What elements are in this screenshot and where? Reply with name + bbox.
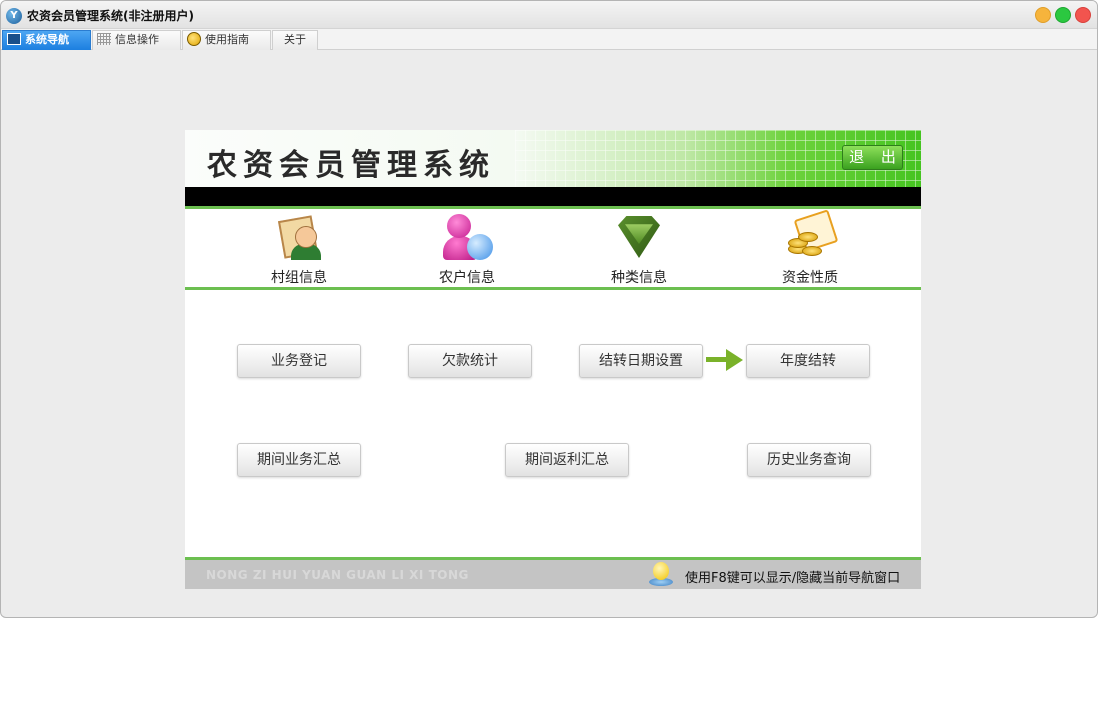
footer-bar: NONG ZI HUI YUAN GUAN LI XI TONG 使用F8键可以… xyxy=(185,557,921,589)
nav-label: 资金性质 xyxy=(782,270,838,286)
window-title: 农资会员管理系统(非注册用户) xyxy=(27,9,194,23)
title-bar: Y 农资会员管理系统(非注册用户) xyxy=(1,1,1097,29)
tab-bar: 系统导航 信息操作 使用指南 关于 xyxy=(1,29,1097,50)
tab-label: 信息操作 xyxy=(115,33,159,46)
footer-hint: 使用F8键可以显示/隐藏当前导航窗口 xyxy=(685,571,901,586)
divider-line xyxy=(185,206,921,209)
exit-button[interactable]: 退 出 xyxy=(842,145,903,170)
coins-card-icon xyxy=(784,209,839,264)
nav-label: 种类信息 xyxy=(611,270,667,286)
divider-line xyxy=(185,287,921,290)
nav-label: 村组信息 xyxy=(271,270,327,286)
footer-latin-text: NONG ZI HUI YUAN GUAN LI XI TONG xyxy=(206,568,469,582)
box-icon xyxy=(613,212,665,264)
bulb-icon xyxy=(187,32,201,46)
carryover-date-button[interactable]: 结转日期设置 xyxy=(579,344,703,378)
close-button[interactable] xyxy=(1075,7,1091,23)
maximize-button[interactable] xyxy=(1055,7,1071,23)
tab-info-ops[interactable]: 信息操作 xyxy=(92,30,181,50)
period-rebate-summary-button[interactable]: 期间返利汇总 xyxy=(505,443,629,477)
nav-village-group-info[interactable]: 村组信息 xyxy=(239,212,359,287)
system-title: 农资会员管理系统 xyxy=(207,148,495,183)
book-person-icon xyxy=(273,212,325,264)
banner: 农资会员管理系统 退 出 xyxy=(185,130,921,187)
grid-icon xyxy=(97,33,111,45)
nav-icon xyxy=(7,33,21,45)
nav-farmer-info[interactable]: 农户信息 xyxy=(407,212,527,287)
arrow-right-icon xyxy=(706,349,744,371)
minimize-button[interactable] xyxy=(1035,7,1051,23)
tab-user-guide[interactable]: 使用指南 xyxy=(182,30,271,50)
tab-label: 使用指南 xyxy=(205,33,249,46)
nav-category-info[interactable]: 种类信息 xyxy=(579,212,699,287)
navigation-panel: 农资会员管理系统 退 出 村组信息 农户信息 种类信息 资金性质 业务登记 欠款… xyxy=(185,130,921,589)
business-register-button[interactable]: 业务登记 xyxy=(237,344,361,378)
debt-stats-button[interactable]: 欠款统计 xyxy=(408,344,532,378)
nav-fund-nature[interactable]: 资金性质 xyxy=(750,209,870,287)
bulb-icon xyxy=(648,562,674,588)
history-query-button[interactable]: 历史业务查询 xyxy=(747,443,871,477)
tab-label: 系统导航 xyxy=(25,33,69,46)
banner-divider xyxy=(185,187,921,206)
period-business-summary-button[interactable]: 期间业务汇总 xyxy=(237,443,361,477)
tab-about[interactable]: 关于 xyxy=(272,30,318,50)
annual-carryover-button[interactable]: 年度结转 xyxy=(746,344,870,378)
users-icon xyxy=(441,212,493,264)
nav-label: 农户信息 xyxy=(439,270,495,286)
tab-label: 关于 xyxy=(284,33,306,46)
app-logo-icon: Y xyxy=(6,8,22,24)
tab-system-nav[interactable]: 系统导航 xyxy=(2,30,91,50)
